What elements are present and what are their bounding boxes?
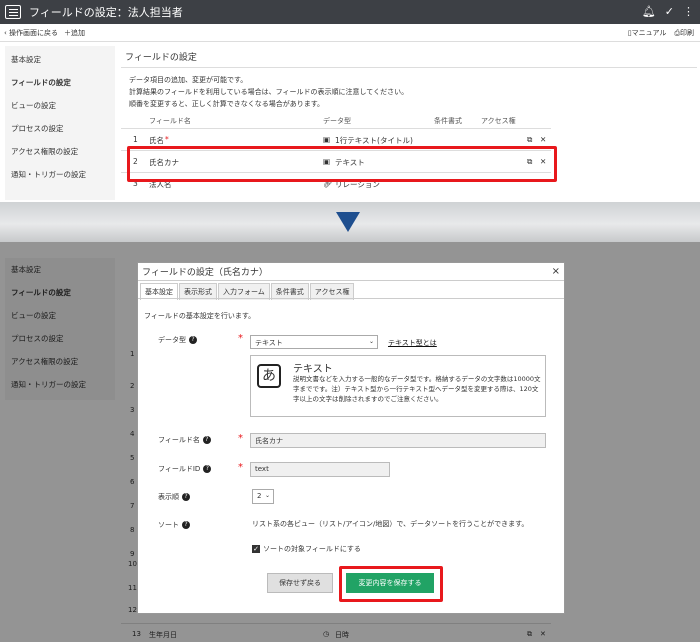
required-mark: * bbox=[238, 333, 243, 344]
sidebar-item-notify[interactable]: 通知・トリガーの設定 bbox=[5, 163, 115, 186]
help-icon[interactable]: ? bbox=[189, 336, 197, 344]
data-type-select[interactable]: テキスト ⌄ bbox=[250, 335, 378, 349]
close-icon[interactable]: × bbox=[552, 266, 560, 277]
required-mark: * bbox=[238, 433, 243, 444]
sidebar-item-views[interactable]: ビューの設定 bbox=[5, 94, 115, 117]
required-mark: * bbox=[165, 135, 169, 144]
section-title: フィールドの設定 bbox=[121, 46, 697, 68]
tab-divider bbox=[138, 298, 564, 299]
chevron-down-icon: ⌄ bbox=[264, 492, 270, 499]
text-type-icon: あ bbox=[257, 364, 281, 388]
help-icon[interactable]: ? bbox=[202, 436, 211, 444]
check-icon[interactable]: ✓ bbox=[665, 5, 674, 18]
cancel-button[interactable]: 保存せず戻る bbox=[267, 573, 333, 593]
checkbox-checked-icon[interactable]: ✓ bbox=[252, 545, 260, 553]
col-header-access: アクセス権 bbox=[481, 117, 516, 125]
sidebar-item-access[interactable]: アクセス権限の設定 bbox=[5, 140, 115, 163]
chevron-down-icon: ⌄ bbox=[368, 338, 374, 345]
data-type-help-link[interactable]: テキスト型とは bbox=[388, 338, 437, 348]
sidebar-item-fields[interactable]: フィールドの設定 bbox=[5, 71, 115, 94]
down-arrow-icon bbox=[336, 212, 360, 232]
sidebar-item-basic[interactable]: 基本設定 bbox=[5, 48, 115, 71]
help-icon[interactable]: ? bbox=[203, 465, 212, 473]
delete-icon[interactable]: ✕ bbox=[540, 135, 546, 144]
highlight-save-box bbox=[339, 566, 443, 602]
add-button[interactable]: ＋追加 bbox=[64, 28, 85, 38]
col-header-type: データ型 bbox=[323, 117, 351, 125]
help-icon[interactable]: ? bbox=[182, 493, 190, 501]
help-icon[interactable]: ? bbox=[182, 521, 190, 529]
order-select[interactable]: 2 ⌄ bbox=[252, 489, 274, 504]
app-header: フィールドの設定：法人担当者 🔔︎ ✓ ⋮ bbox=[0, 0, 700, 24]
sort-label: ソート? bbox=[158, 520, 190, 530]
col-header-name: フィールド名 bbox=[149, 117, 191, 125]
data-type-info: あ テキスト 説明文書などを入力する一般的なデータ型です。格納するデータの文字数… bbox=[250, 355, 546, 417]
sort-checkbox[interactable]: ✓ ソートの対象フィールドにする bbox=[252, 544, 361, 554]
sidebar: 基本設定 フィールドの設定 ビューの設定 プロセスの設定 アクセス権限の設定 通… bbox=[5, 46, 115, 200]
copy-icon[interactable]: ⧉ bbox=[527, 135, 532, 145]
menu-icon[interactable] bbox=[5, 5, 21, 19]
description: データ項目の追加、変更が可能です。 計算結果のフィールドを利用している場合は、フ… bbox=[129, 76, 409, 108]
toolbar: ‹ 操作画面に戻る ＋追加 ▯マニュアル ⎙印刷 bbox=[0, 24, 700, 42]
required-mark: * bbox=[238, 462, 243, 473]
field-settings-dialog: フィールドの設定（氏名カナ） × 基本設定 表示形式 入力フォーム 条件書式 ア… bbox=[137, 262, 565, 614]
text-type-icon: ▣ bbox=[323, 135, 331, 144]
page-title: フィールドの設定：法人担当者 bbox=[29, 6, 183, 19]
dialog-intro: フィールドの基本設定を行います。 bbox=[144, 312, 256, 320]
field-name-input[interactable]: 氏名カナ bbox=[250, 433, 546, 448]
field-id-input[interactable]: text bbox=[250, 462, 390, 477]
field-name-label: フィールド名? bbox=[158, 435, 211, 445]
col-header-condition: 条件書式 bbox=[434, 117, 462, 125]
sort-description: リスト系の各ビュー（リスト/アイコン/地図）で、データソートを行うことができます… bbox=[252, 520, 529, 528]
sidebar-item-process[interactable]: プロセスの設定 bbox=[5, 117, 115, 140]
print-link[interactable]: ⎙印刷 bbox=[674, 28, 694, 38]
dialog-title: フィールドの設定（氏名カナ） bbox=[138, 263, 564, 281]
bell-icon[interactable]: 🔔︎ bbox=[642, 5, 656, 18]
field-id-label: フィールドID? bbox=[158, 464, 212, 474]
more-icon[interactable]: ⋮ bbox=[683, 5, 694, 18]
manual-link[interactable]: ▯マニュアル bbox=[628, 28, 667, 38]
order-label: 表示順? bbox=[158, 492, 190, 502]
data-type-label: データ型? bbox=[158, 335, 197, 345]
back-link[interactable]: ‹ 操作画面に戻る bbox=[4, 28, 58, 38]
highlight-row-box bbox=[127, 146, 557, 182]
